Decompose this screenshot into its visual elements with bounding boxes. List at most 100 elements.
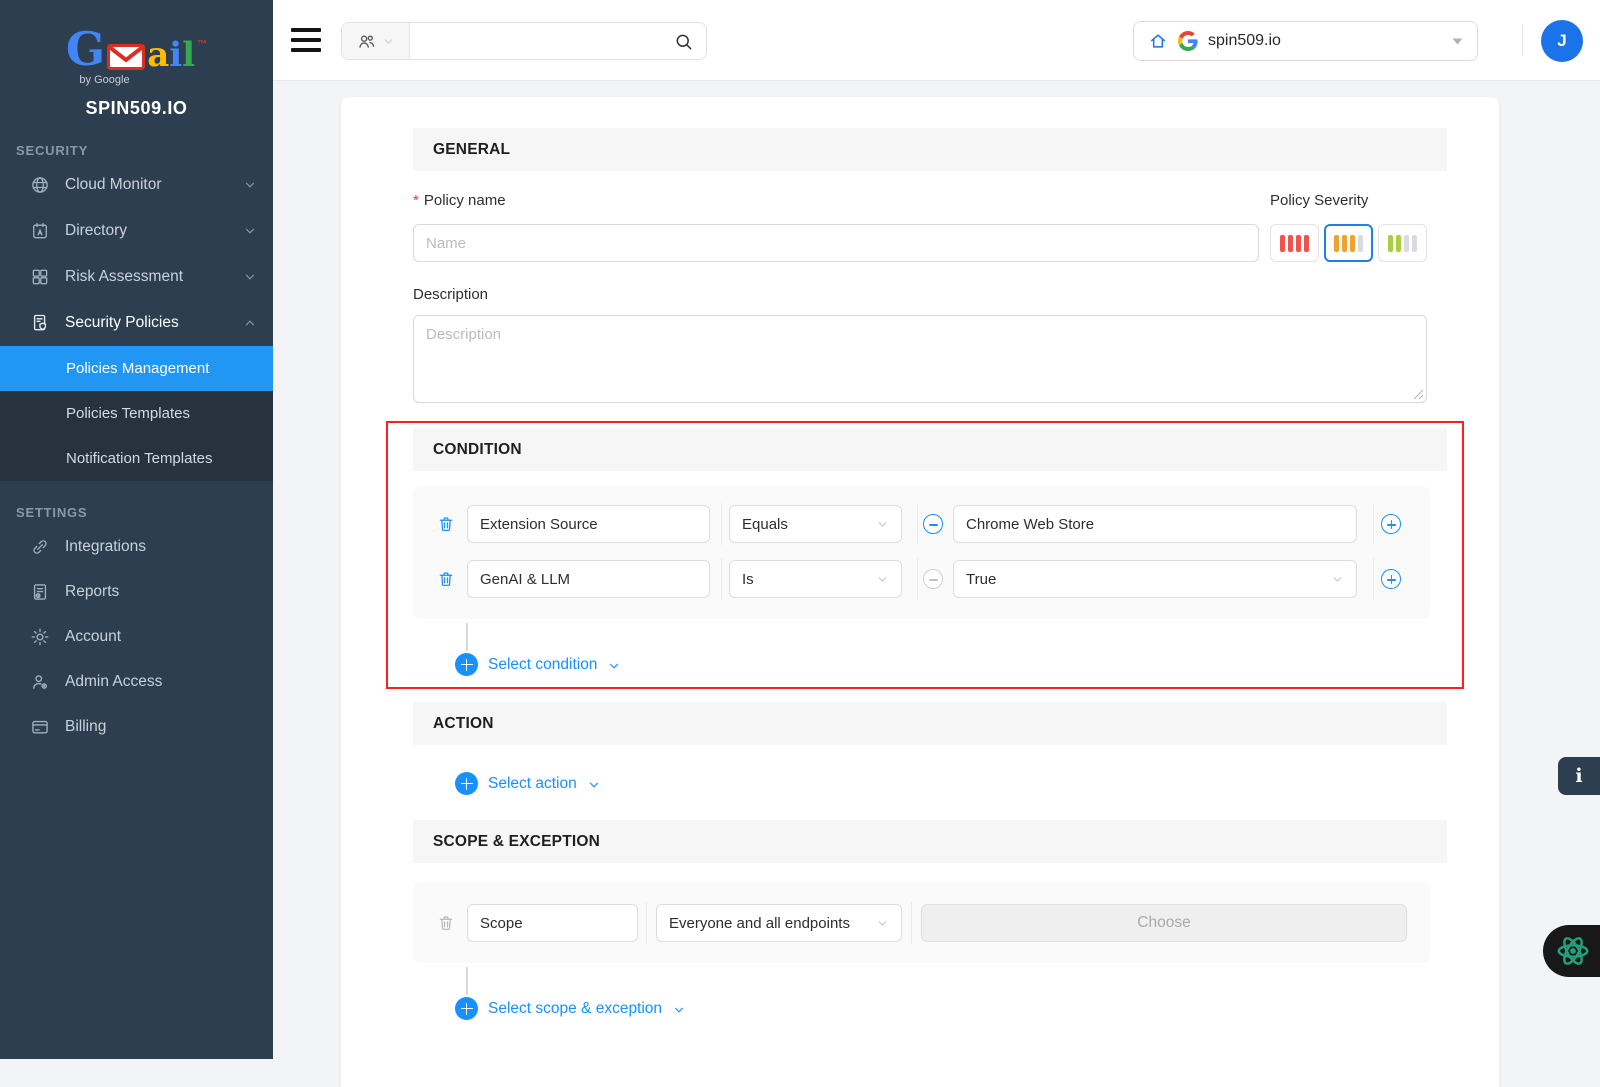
required-mark: * (413, 192, 419, 209)
logo-byline: by Google (0, 74, 273, 86)
scope-operator-select[interactable]: Everyone and all endpoints (656, 904, 902, 942)
policy-shield-icon (30, 313, 50, 333)
nav-label: Cloud Monitor (65, 176, 162, 194)
topbar-divider (1522, 24, 1523, 56)
plus-circle-icon (455, 653, 478, 676)
delete-condition-icon[interactable] (437, 570, 455, 588)
main-content: GENERAL *Policy name Policy Severity Des… (273, 81, 1600, 1059)
scope-row: Scope Everyone and all endpoints Choose (413, 904, 1430, 942)
delete-condition-icon[interactable] (437, 515, 455, 533)
add-value-icon[interactable] (1381, 569, 1401, 589)
delete-scope-icon[interactable] (437, 914, 455, 932)
globe-icon (30, 175, 50, 195)
chevron-down-icon (382, 35, 395, 48)
topbar: spin509.io J (273, 0, 1600, 81)
sidebar-item-notification-templates[interactable]: Notification Templates (0, 436, 273, 481)
connector-line (466, 967, 468, 995)
chevron-down-icon (587, 778, 601, 792)
sidebar-item-integrations[interactable]: Integrations (0, 524, 273, 569)
sidebar-item-policies-management[interactable]: Policies Management (0, 346, 273, 391)
chevron-down-icon (607, 659, 621, 673)
sidebar-item-cloud-monitor[interactable]: Cloud Monitor (0, 162, 273, 208)
report-icon (30, 582, 50, 602)
search-input[interactable] (410, 23, 706, 59)
select-condition-button[interactable]: Select condition (455, 653, 621, 676)
sidebar-item-reports[interactable]: Reports (0, 569, 273, 614)
description-textarea[interactable] (413, 315, 1427, 403)
nav-label: Reports (65, 583, 119, 601)
security-policies-submenu: Policies Management Policies Templates N… (0, 346, 273, 481)
remove-value-icon[interactable] (923, 514, 943, 534)
directory-icon (30, 221, 50, 241)
choose-button: Choose (921, 904, 1407, 942)
condition-operator-select[interactable]: Is (729, 560, 902, 598)
sidebar-item-account[interactable]: Account (0, 614, 273, 659)
info-button[interactable]: i (1558, 757, 1600, 795)
remove-value-icon[interactable] (923, 569, 943, 589)
caret-down-icon (1452, 38, 1463, 45)
policy-name-input[interactable] (413, 224, 1259, 262)
scope-row-card: Scope Everyone and all endpoints Choose (413, 882, 1430, 963)
action-section-header: ACTION (413, 702, 1447, 745)
users-icon (357, 32, 376, 51)
admin-person-icon (30, 672, 50, 692)
condition-value-input[interactable]: Chrome Web Store (953, 505, 1357, 543)
sidebar-item-security-policies[interactable]: Security Policies (0, 300, 273, 346)
chevron-down-icon (243, 224, 257, 238)
condition-value-select[interactable]: True (953, 560, 1357, 598)
chevron-down-icon (1331, 573, 1344, 586)
domain-label: spin509.io (1208, 32, 1281, 50)
chevron-down-icon (876, 518, 889, 531)
atom-icon (1554, 932, 1592, 970)
gmail-envelope-icon (107, 44, 145, 70)
add-value-icon[interactable] (1381, 514, 1401, 534)
severity-high-button[interactable] (1270, 224, 1319, 262)
condition-row: GenAI & LLM Is True (413, 560, 1430, 598)
nav-label: Admin Access (65, 673, 162, 691)
search-bar (341, 22, 707, 60)
search-icon[interactable] (674, 32, 694, 52)
scope-section-header: SCOPE & EXCEPTION (413, 820, 1447, 863)
chevron-down-icon (876, 573, 889, 586)
logo-letter-a: a (147, 38, 169, 72)
nav-label: Risk Assessment (65, 268, 183, 286)
plus-circle-icon (455, 772, 478, 795)
sidebar-item-billing[interactable]: Billing (0, 704, 273, 749)
hamburger-menu-button[interactable] (291, 28, 321, 52)
chevron-down-icon (243, 270, 257, 284)
search-category-dropdown[interactable] (342, 23, 410, 59)
select-scope-exception-button[interactable]: Select scope & exception (455, 997, 686, 1020)
connector-line (466, 623, 468, 651)
subnav-label: Notification Templates (66, 450, 212, 467)
org-name: SPIN509.IO (0, 98, 273, 119)
condition-field-select[interactable]: Extension Source (467, 505, 710, 543)
condition-operator-select[interactable]: Equals (729, 505, 902, 543)
gear-icon (30, 627, 50, 647)
google-logo-icon (1178, 31, 1198, 51)
extension-widget-button[interactable] (1543, 925, 1600, 977)
scope-field-select[interactable]: Scope (467, 904, 638, 942)
sidebar-item-admin-access[interactable]: Admin Access (0, 659, 273, 704)
sidebar-item-risk-assessment[interactable]: Risk Assessment (0, 254, 273, 300)
avatar[interactable]: J (1541, 20, 1583, 62)
select-action-button[interactable]: Select action (455, 772, 601, 795)
chevron-up-icon (243, 316, 257, 330)
nav-label: Billing (65, 718, 106, 736)
severity-medium-button[interactable] (1324, 224, 1373, 262)
policy-form-card: GENERAL *Policy name Policy Severity Des… (341, 97, 1499, 1087)
sidebar-item-directory[interactable]: Directory (0, 208, 273, 254)
sidebar: G a i l ™ by Google SPIN509.IO SECURITY … (0, 0, 273, 1059)
domain-selector[interactable]: spin509.io (1133, 21, 1478, 61)
sidebar-item-policies-templates[interactable]: Policies Templates (0, 391, 273, 436)
severity-low-button[interactable] (1378, 224, 1427, 262)
nav-label: Security Policies (65, 314, 179, 332)
condition-field-select[interactable]: GenAI & LLM (467, 560, 710, 598)
condition-section-header: CONDITION (413, 428, 1447, 471)
subnav-label: Policies Management (66, 360, 209, 377)
link-icon (30, 537, 50, 557)
condition-row: Extension Source Equals Chrome Web Store (413, 505, 1430, 543)
settings-section-title: SETTINGS (16, 505, 273, 520)
logo-letter-i: i (169, 38, 182, 72)
credit-card-icon (30, 717, 50, 737)
policy-severity-label: Policy Severity (1270, 192, 1368, 209)
